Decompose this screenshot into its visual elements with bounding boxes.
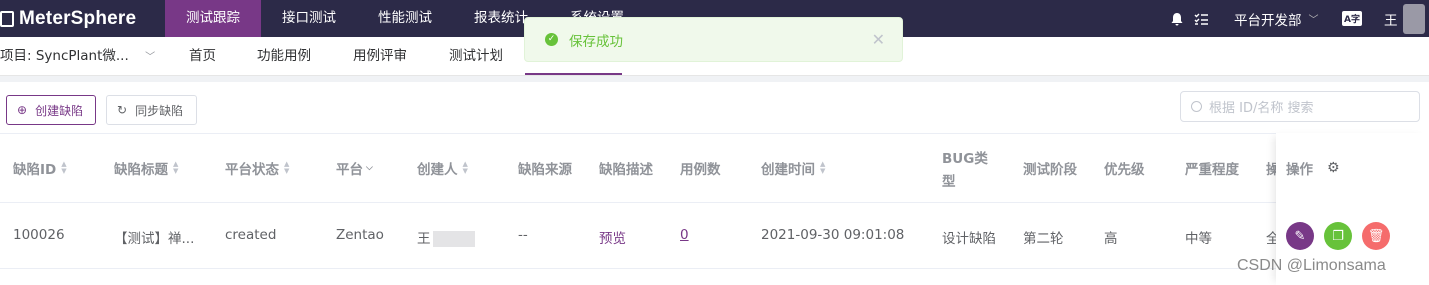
topnav-test-tracking[interactable]: 测试跟踪 xyxy=(165,0,261,37)
column-header-priority: 优先级 xyxy=(1104,162,1145,178)
cell-test-stage: 第二轮 xyxy=(1023,231,1064,247)
cell-platform: Zentao xyxy=(336,227,384,243)
edit-button[interactable]: ✎ xyxy=(1286,222,1314,250)
search-icon xyxy=(1191,101,1202,112)
column-label: 平台状态 xyxy=(225,162,279,178)
language-switch-icon[interactable]: A字 xyxy=(1342,0,1362,37)
column-header-case-count: 用例数 xyxy=(680,162,721,178)
sort-icon[interactable]: ▲ ▼ xyxy=(61,161,66,175)
cell-severity: 中等 xyxy=(1185,231,1212,247)
check-circle-icon: ✓ xyxy=(545,33,558,46)
close-icon[interactable]: ✕ xyxy=(872,30,885,49)
plus-circle-icon: ⊕ xyxy=(17,103,28,117)
column-header-bug-type: BUG类 xyxy=(942,151,988,167)
user-menu[interactable]: 王 xyxy=(1384,0,1398,37)
tab-home[interactable]: 首页 xyxy=(189,37,216,76)
column-header-bug-type-2: 型 xyxy=(942,174,956,190)
cell-priority: 高 xyxy=(1104,231,1118,247)
cell-title[interactable]: 【测试】禅... xyxy=(114,227,194,247)
column-header-platform-status[interactable]: 平台状态 ▲ ▼ xyxy=(225,158,289,179)
project-name: 项目: SyncPlant微... xyxy=(0,48,129,64)
row-divider xyxy=(0,268,1429,269)
project-selector[interactable]: 项目: SyncPlant微... ﹀ xyxy=(0,37,155,76)
task-list-icon[interactable] xyxy=(1194,0,1209,37)
pencil-icon: ✎ xyxy=(1294,228,1306,244)
create-defect-label: 创建缺陷 xyxy=(35,103,84,118)
app-name: MeterSphere xyxy=(19,7,137,29)
sort-icon[interactable]: ▲ ▼ xyxy=(173,161,178,175)
workspace-selector[interactable]: 平台开发部 ﹀ xyxy=(1234,0,1319,37)
active-tab-indicator xyxy=(525,73,622,75)
topnav-performance-test[interactable]: 性能测试 xyxy=(357,0,453,37)
cell-creator: 王 xyxy=(417,227,475,247)
column-header-platform[interactable]: 平台 ⌵ xyxy=(336,158,373,178)
column-label: 操作 xyxy=(1286,162,1313,178)
column-label: 平台 xyxy=(336,162,363,178)
column-label: 创建时间 xyxy=(761,162,815,178)
column-header-test-stage: 测试阶段 xyxy=(1023,162,1077,178)
trash-icon: 🗑 xyxy=(1367,228,1385,244)
cell-id: 100026 xyxy=(13,227,65,243)
cell-status: created xyxy=(225,227,277,243)
tab-test-plan[interactable]: 测试计划 xyxy=(449,37,503,76)
topnav-api-test[interactable]: 接口测试 xyxy=(261,0,357,37)
case-count-link[interactable]: 0 xyxy=(680,227,689,243)
search-input[interactable]: 根据 ID/名称 搜索 xyxy=(1180,91,1420,122)
column-header-description: 缺陷描述 xyxy=(599,162,653,178)
divider xyxy=(0,76,1429,82)
sync-defect-label: 同步缺陷 xyxy=(135,103,184,118)
sort-icon[interactable]: ▲ ▼ xyxy=(463,161,468,175)
sort-icon[interactable]: ▲ ▼ xyxy=(820,161,825,175)
refresh-icon: ↻ xyxy=(117,103,128,117)
tab-case-review[interactable]: 用例评审 xyxy=(353,37,407,76)
chevron-down-icon: ﹀ xyxy=(145,52,156,63)
gear-icon[interactable]: ⚙ xyxy=(1327,160,1340,176)
notification-bell-icon[interactable] xyxy=(1170,0,1184,37)
workspace-name: 平台开发部 xyxy=(1234,12,1302,29)
cell-bug-type: 设计缺陷 xyxy=(942,231,996,247)
tab-test-cases[interactable]: 功能用例 xyxy=(257,37,311,76)
cell-create-time: 2021-09-30 09:01:08 xyxy=(761,227,905,243)
avatar[interactable] xyxy=(1403,4,1425,34)
copy-button[interactable]: ❐ xyxy=(1324,222,1352,250)
column-header-id[interactable]: 缺陷ID ▲ ▼ xyxy=(13,158,67,179)
column-label: 创建人 xyxy=(417,162,458,178)
redacted-block xyxy=(432,231,475,247)
column-header-creator[interactable]: 创建人 ▲ ▼ xyxy=(417,158,468,179)
chevron-down-icon: ﹀ xyxy=(1308,15,1319,26)
watermark: CSDN @Limonsama xyxy=(1237,257,1386,274)
delete-button[interactable]: 🗑 xyxy=(1362,222,1390,250)
column-header-create-time[interactable]: 创建时间 ▲ ▼ xyxy=(761,158,825,179)
logo-icon xyxy=(0,10,14,27)
toast-message: 保存成功 xyxy=(569,33,623,50)
sort-icon[interactable]: ▲ ▼ xyxy=(284,161,289,175)
column-header-title[interactable]: 缺陷标题 ▲ ▼ xyxy=(114,158,178,179)
copy-icon: ❐ xyxy=(1332,228,1344,244)
search-placeholder: 根据 ID/名称 搜索 xyxy=(1209,101,1314,116)
column-header-actions: 操作 ⚙ xyxy=(1286,158,1340,178)
language-icon-label: A字 xyxy=(1342,11,1362,26)
create-defect-button[interactable]: ⊕ 创建缺陷 xyxy=(6,95,96,125)
filter-icon[interactable]: ⌵ xyxy=(366,163,373,173)
column-label: 缺陷标题 xyxy=(114,162,168,178)
user-name: 王 xyxy=(1384,12,1398,29)
sync-defect-button[interactable]: ↻ 同步缺陷 xyxy=(106,95,197,125)
column-header-severity: 严重程度 xyxy=(1185,162,1239,178)
column-label: 缺陷ID xyxy=(13,162,57,178)
column-header-source: 缺陷来源 xyxy=(518,162,572,178)
logo[interactable]: MeterSphere xyxy=(0,0,136,37)
preview-link[interactable]: 预览 xyxy=(599,227,626,247)
creator-name: 王 xyxy=(417,231,431,247)
success-toast: ✓ 保存成功 ✕ xyxy=(524,17,903,62)
cell-source: -- xyxy=(518,227,528,243)
